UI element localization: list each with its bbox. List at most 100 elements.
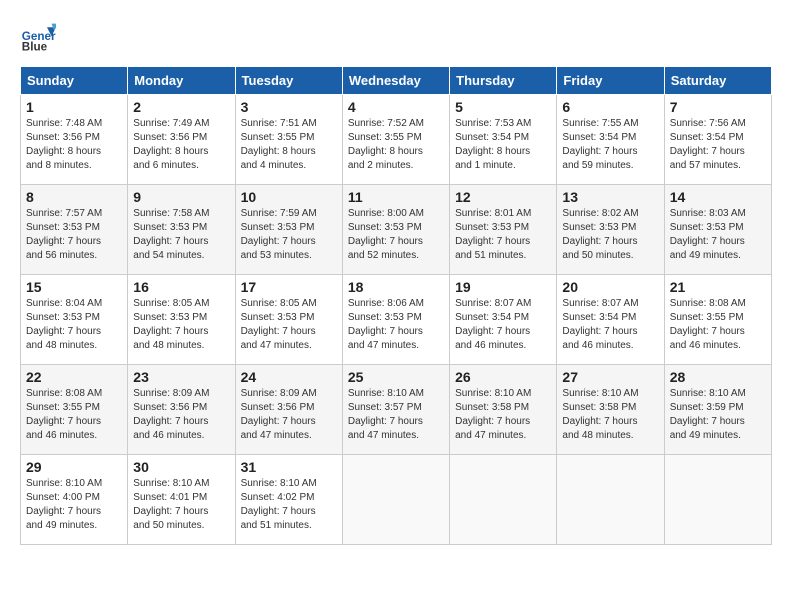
day-info: Sunrise: 8:08 AM Sunset: 3:55 PM Dayligh… [26,387,122,443]
day-info: Sunrise: 7:56 AM Sunset: 3:54 PM Dayligh… [670,117,766,173]
column-header-thursday: Thursday [450,67,557,95]
calendar-week-row: 1 Sunrise: 7:48 AM Sunset: 3:56 PM Daylig… [21,95,772,185]
day-info: Sunrise: 8:10 AM Sunset: 3:57 PM Dayligh… [348,387,444,443]
calendar-cell: 18 Sunrise: 8:06 AM Sunset: 3:53 PM Dayli… [342,275,449,365]
calendar-cell: 24 Sunrise: 8:09 AM Sunset: 3:56 PM Dayli… [235,365,342,455]
day-info: Sunrise: 8:09 AM Sunset: 3:56 PM Dayligh… [133,387,229,443]
day-number: 12 [455,189,551,205]
day-number: 26 [455,369,551,385]
day-info: Sunrise: 7:57 AM Sunset: 3:53 PM Dayligh… [26,207,122,263]
day-info: Sunrise: 8:08 AM Sunset: 3:55 PM Dayligh… [670,297,766,353]
day-number: 24 [241,369,337,385]
calendar-cell: 19Sunrise: 8:07 AM Sunset: 3:54 PM Dayli… [450,275,557,365]
day-info: Sunrise: 8:03 AM Sunset: 3:53 PM Dayligh… [670,207,766,263]
day-info: Sunrise: 8:01 AM Sunset: 3:53 PM Dayligh… [455,207,551,263]
day-info: Sunrise: 7:55 AM Sunset: 3:54 PM Dayligh… [562,117,658,173]
day-info: Sunrise: 8:04 AM Sunset: 3:53 PM Dayligh… [26,297,122,353]
calendar-cell: 17 Sunrise: 8:05 AM Sunset: 3:53 PM Dayli… [235,275,342,365]
day-info: Sunrise: 8:00 AM Sunset: 3:53 PM Dayligh… [348,207,444,263]
calendar-cell: 8 Sunrise: 7:57 AM Sunset: 3:53 PM Daylig… [21,185,128,275]
calendar-cell: 27 Sunrise: 8:10 AM Sunset: 3:58 PM Dayli… [557,365,664,455]
calendar-cell: 25 Sunrise: 8:10 AM Sunset: 3:57 PM Dayli… [342,365,449,455]
day-number: 21 [670,279,766,295]
calendar-cell: 15 Sunrise: 8:04 AM Sunset: 3:53 PM Dayli… [21,275,128,365]
column-header-friday: Friday [557,67,664,95]
calendar-cell: 11 Sunrise: 8:00 AM Sunset: 3:53 PM Dayli… [342,185,449,275]
calendar-table: SundayMondayTuesdayWednesdayThursdayFrid… [20,66,772,545]
day-info: Sunrise: 7:49 AM Sunset: 3:56 PM Dayligh… [133,117,229,173]
day-info: Sunrise: 8:10 AM Sunset: 3:59 PM Dayligh… [670,387,766,443]
day-number: 5 [455,99,551,115]
day-number: 6 [562,99,658,115]
column-header-sunday: Sunday [21,67,128,95]
calendar-cell [342,455,449,545]
day-number: 11 [348,189,444,205]
day-number: 31 [241,459,337,475]
calendar-cell: 12 Sunrise: 8:01 AM Sunset: 3:53 PM Dayli… [450,185,557,275]
column-header-monday: Monday [128,67,235,95]
calendar-cell: 13 Sunrise: 8:02 AM Sunset: 3:53 PM Dayli… [557,185,664,275]
day-number: 13 [562,189,658,205]
day-number: 23 [133,369,229,385]
calendar-cell: 1 Sunrise: 7:48 AM Sunset: 3:56 PM Daylig… [21,95,128,185]
calendar-week-row: 8 Sunrise: 7:57 AM Sunset: 3:53 PM Daylig… [21,185,772,275]
day-info: Sunrise: 7:58 AM Sunset: 3:53 PM Dayligh… [133,207,229,263]
day-info: Sunrise: 8:06 AM Sunset: 3:53 PM Dayligh… [348,297,444,353]
day-info: Sunrise: 8:05 AM Sunset: 3:53 PM Dayligh… [133,297,229,353]
day-info: Sunrise: 7:53 AM Sunset: 3:54 PM Dayligh… [455,117,551,173]
day-number: 8 [26,189,122,205]
day-number: 28 [670,369,766,385]
day-number: 9 [133,189,229,205]
calendar-cell: 6 Sunrise: 7:55 AM Sunset: 3:54 PM Daylig… [557,95,664,185]
day-number: 17 [241,279,337,295]
day-number: 19 [455,279,551,295]
day-info: Sunrise: 8:07 AM Sunset: 3:54 PM Dayligh… [562,297,658,353]
column-header-saturday: Saturday [664,67,771,95]
day-number: 25 [348,369,444,385]
calendar-cell: 26 Sunrise: 8:10 AM Sunset: 3:58 PM Dayli… [450,365,557,455]
calendar-week-row: 15 Sunrise: 8:04 AM Sunset: 3:53 PM Dayli… [21,275,772,365]
day-info: Sunrise: 7:52 AM Sunset: 3:55 PM Dayligh… [348,117,444,173]
page-header: General Blue [20,20,772,56]
calendar-cell: 2 Sunrise: 7:49 AM Sunset: 3:56 PM Daylig… [128,95,235,185]
calendar-cell: 21 Sunrise: 8:08 AM Sunset: 3:55 PM Dayli… [664,275,771,365]
day-info: Sunrise: 8:10 AM Sunset: 4:01 PM Dayligh… [133,477,229,533]
day-number: 27 [562,369,658,385]
column-header-tuesday: Tuesday [235,67,342,95]
day-number: 29 [26,459,122,475]
day-number: 14 [670,189,766,205]
day-number: 30 [133,459,229,475]
day-number: 16 [133,279,229,295]
logo: General Blue [20,20,62,56]
day-info: Sunrise: 8:05 AM Sunset: 3:53 PM Dayligh… [241,297,337,353]
calendar-cell: 30 Sunrise: 8:10 AM Sunset: 4:01 PM Dayli… [128,455,235,545]
calendar-header-row: SundayMondayTuesdayWednesdayThursdayFrid… [21,67,772,95]
day-info: Sunrise: 7:48 AM Sunset: 3:56 PM Dayligh… [26,117,122,173]
column-header-wednesday: Wednesday [342,67,449,95]
day-info: Sunrise: 8:10 AM Sunset: 4:02 PM Dayligh… [241,477,337,533]
day-number: 2 [133,99,229,115]
day-info: Sunrise: 8:10 AM Sunset: 3:58 PM Dayligh… [455,387,551,443]
day-info: Sunrise: 7:51 AM Sunset: 3:55 PM Dayligh… [241,117,337,173]
day-number: 15 [26,279,122,295]
day-number: 1 [26,99,122,115]
calendar-cell: 5 Sunrise: 7:53 AM Sunset: 3:54 PM Daylig… [450,95,557,185]
day-info: Sunrise: 8:10 AM Sunset: 3:58 PM Dayligh… [562,387,658,443]
calendar-cell: 23 Sunrise: 8:09 AM Sunset: 3:56 PM Dayli… [128,365,235,455]
day-number: 3 [241,99,337,115]
calendar-cell: 3 Sunrise: 7:51 AM Sunset: 3:55 PM Daylig… [235,95,342,185]
calendar-cell: 4Sunrise: 7:52 AM Sunset: 3:55 PM Daylig… [342,95,449,185]
day-number: 20 [562,279,658,295]
calendar-cell: 7Sunrise: 7:56 AM Sunset: 3:54 PM Daylig… [664,95,771,185]
calendar-cell: 14 Sunrise: 8:03 AM Sunset: 3:53 PM Dayli… [664,185,771,275]
day-info: Sunrise: 8:10 AM Sunset: 4:00 PM Dayligh… [26,477,122,533]
calendar-cell [664,455,771,545]
calendar-cell: 20 Sunrise: 8:07 AM Sunset: 3:54 PM Dayli… [557,275,664,365]
day-info: Sunrise: 8:02 AM Sunset: 3:53 PM Dayligh… [562,207,658,263]
calendar-cell: 28 Sunrise: 8:10 AM Sunset: 3:59 PM Dayli… [664,365,771,455]
calendar-week-row: 29 Sunrise: 8:10 AM Sunset: 4:00 PM Dayli… [21,455,772,545]
day-number: 18 [348,279,444,295]
day-info: Sunrise: 7:59 AM Sunset: 3:53 PM Dayligh… [241,207,337,263]
calendar-cell: 10Sunrise: 7:59 AM Sunset: 3:53 PM Dayli… [235,185,342,275]
day-info: Sunrise: 8:09 AM Sunset: 3:56 PM Dayligh… [241,387,337,443]
